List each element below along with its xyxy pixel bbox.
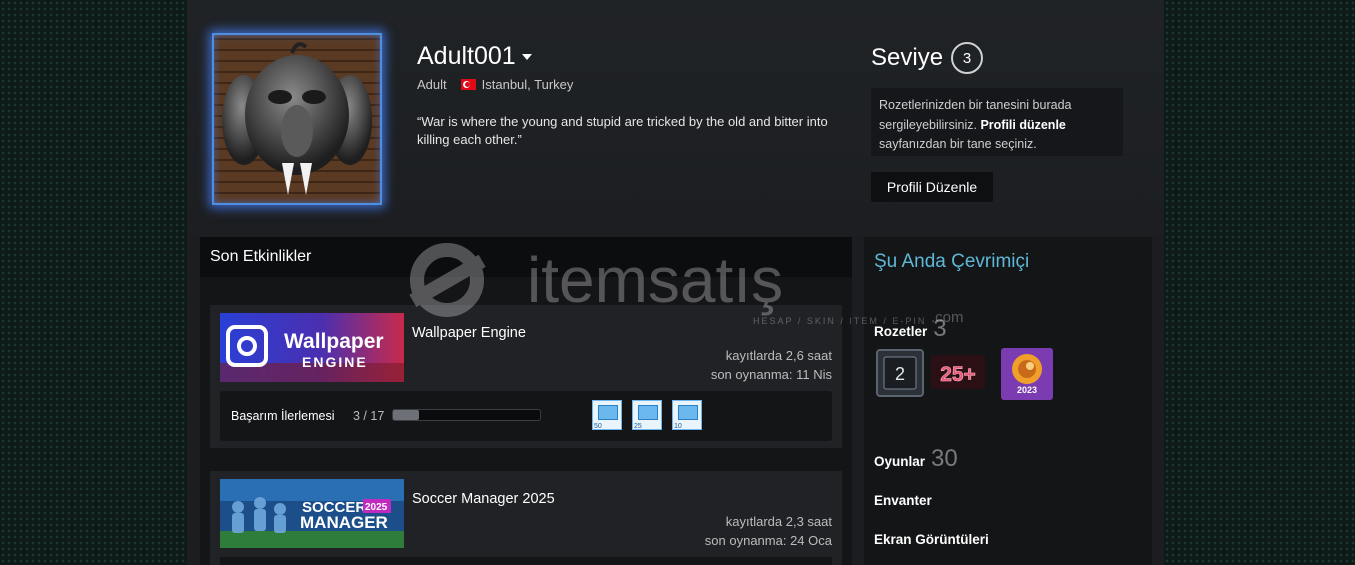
game-name[interactable]: Soccer Manager 2025 xyxy=(412,491,555,507)
badges-label: Rozetler xyxy=(874,324,928,339)
badge-text: 2023 xyxy=(1017,385,1037,395)
real-name: Adult xyxy=(417,77,447,92)
edit-profile-link[interactable]: Profili düzenle xyxy=(980,118,1065,132)
game-playtime: kayıtlarda 2,3 saat son oynanma: 24 Oca xyxy=(705,512,832,550)
game-item: Wallpaper ENGINE Wallpaper Engine kayıtl… xyxy=(210,305,842,448)
achievement-image-icon[interactable]: 50 xyxy=(592,400,622,430)
games-count: 30 xyxy=(931,445,958,472)
achievement-progress-fill xyxy=(393,410,420,420)
level-label: Seviye xyxy=(871,44,944,71)
achievement-icon-label: 25 xyxy=(634,423,642,430)
achievement-progress: Başarım İlerlemesi 3 / 17 50 25 10 xyxy=(220,391,832,441)
capsule-title: Wallpaper xyxy=(284,330,384,353)
last-played: son oynanma: 11 Nis xyxy=(710,367,832,382)
games-label: Oyunlar xyxy=(874,454,926,469)
level-number: 3 xyxy=(951,42,984,74)
badge-icon: 2023 xyxy=(1001,348,1053,400)
badge-text: 2 xyxy=(895,364,905,384)
chevron-down-icon[interactable] xyxy=(521,54,532,61)
achievement-image-icon[interactable]: 10 xyxy=(672,400,702,430)
achievement-progress xyxy=(220,557,832,565)
game-item: SOCCER 2025 MANAGER Soccer Manager 2025 … xyxy=(210,471,842,565)
achievement-image-icon[interactable]: 25 xyxy=(632,400,662,430)
recent-activity-title: Son Etkinlikler xyxy=(210,248,312,265)
profile-sidebar: Şu Anda Çevrimiçi Rozetler 3 2 25+ 2023 … xyxy=(864,237,1152,565)
profile-page: Adult001 Adult Istanbul, Turkey “War is … xyxy=(187,0,1164,565)
game-playtime: kayıtlarda 2,6 saat son oynanma: 11 Nis xyxy=(711,346,832,384)
game-name[interactable]: Wallpaper Engine xyxy=(412,325,526,341)
achievement-label[interactable]: Başarım İlerlemesi xyxy=(231,409,335,423)
persona-name[interactable]: Adult001 xyxy=(417,42,532,71)
achievement-progress-bar xyxy=(392,409,541,421)
achievement-count: 3 / 17 xyxy=(353,409,385,423)
badges-link[interactable]: Rozetler 3 xyxy=(874,315,947,343)
avatar[interactable] xyxy=(212,33,382,205)
inventory-link[interactable]: Envanter xyxy=(874,493,932,508)
soccer-manager-logo: SOCCER 2025 MANAGER xyxy=(220,479,404,548)
game-capsule-wallpaper-engine[interactable]: Wallpaper ENGINE xyxy=(220,313,404,382)
last-played: son oynanma: 24 Oca xyxy=(704,533,832,548)
persona-name-text: Adult001 xyxy=(417,42,516,70)
capsule-year: 2025 xyxy=(365,502,388,513)
25-plus-badge[interactable]: 25+ xyxy=(930,347,985,399)
game-capsule-soccer-manager[interactable]: SOCCER 2025 MANAGER xyxy=(220,479,404,548)
badge-icon: 25+ xyxy=(931,355,985,389)
badge-hint-text-after: sayfanızdan bir tane seçiniz. xyxy=(879,137,1037,151)
badge-text: 25+ xyxy=(940,363,976,386)
hours-on-record: kayıtlarda 2,3 saat xyxy=(725,514,832,529)
capsule-subtitle: MANAGER xyxy=(300,513,388,532)
badges-count: 3 xyxy=(933,315,947,342)
screenshots-link[interactable]: Ekran Görüntüleri xyxy=(874,532,989,547)
avatar-image xyxy=(222,42,372,195)
capsule-subtitle: ENGINE xyxy=(302,354,368,370)
achievement-icon-label: 50 xyxy=(594,423,602,430)
turkey-flag-icon xyxy=(460,79,476,90)
recent-activity-list: Wallpaper ENGINE Wallpaper Engine kayıtl… xyxy=(200,277,852,565)
achievement-icon-label: 10 xyxy=(674,423,682,430)
badge-showcase-hint: Rozetlerinizden bir tanesini burada serg… xyxy=(871,88,1123,156)
edit-profile-button[interactable]: Profili Düzenle xyxy=(871,172,993,202)
recent-activity-header: Son Etkinlikler xyxy=(200,237,852,277)
badge-icon: 2 xyxy=(876,349,924,397)
online-status: Şu Anda Çevrimiçi xyxy=(874,251,1030,272)
real-name-location: Adult Istanbul, Turkey xyxy=(417,77,573,92)
wallpaper-engine-logo: Wallpaper ENGINE xyxy=(220,313,404,382)
hours-on-record: kayıtlarda 2,6 saat xyxy=(725,348,832,363)
profile-level: Seviye 3 xyxy=(871,42,984,74)
profile-header: Adult001 Adult Istanbul, Turkey “War is … xyxy=(187,0,1164,236)
location: Istanbul, Turkey xyxy=(481,77,574,92)
level-2-badge[interactable]: 2 xyxy=(874,347,926,399)
games-link[interactable]: Oyunlar 30 xyxy=(874,445,958,473)
profile-summary: “War is where the young and stupid are t… xyxy=(417,114,828,147)
steam-2023-badge[interactable]: 2023 xyxy=(1000,347,1053,400)
